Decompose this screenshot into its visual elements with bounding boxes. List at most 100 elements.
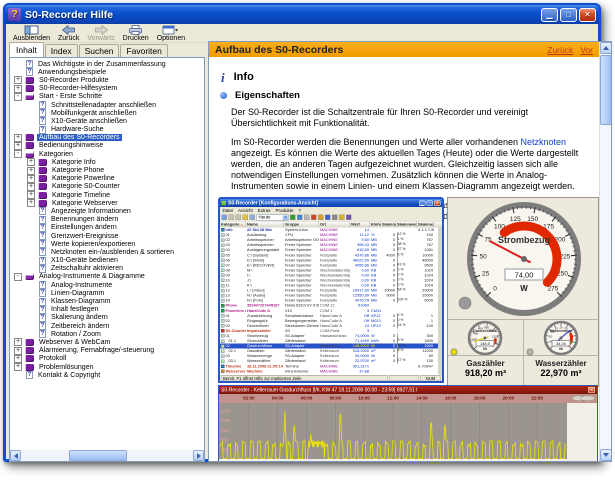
plus-box[interactable]: + [27, 158, 35, 166]
tree-item[interactable]: ?Benennungen ändern [10, 216, 204, 224]
back-link[interactable]: Zurück [547, 45, 573, 55]
scroll-down-button[interactable] [600, 449, 612, 461]
minus-box[interactable]: - [14, 150, 22, 158]
tree-item[interactable]: ?Grenzwert-Ereignisse [10, 232, 204, 240]
tree-item[interactable]: + Kategorie Info [10, 158, 204, 166]
tree-item[interactable]: ?Inhalt festlegen [10, 306, 204, 314]
topic-scroll-thumb[interactable] [600, 55, 612, 125]
tree-item-label[interactable]: Angezeigte Informationen [49, 208, 133, 215]
tree-item[interactable]: +Protokoll [10, 355, 204, 363]
tree-item[interactable]: ?Schnittstellenadapter anschließen [10, 101, 204, 109]
scroll-track[interactable] [21, 450, 193, 461]
plus-box[interactable]: + [14, 338, 22, 346]
scroll-right-button[interactable] [193, 450, 204, 461]
tree-item-label[interactable]: Schnittstellenadapter anschließen [49, 102, 158, 109]
tree-item-label[interactable]: Problemlösungen [37, 364, 95, 371]
tree-item-label[interactable]: Einstellungen ändern [49, 224, 119, 231]
plus-box[interactable]: + [27, 167, 35, 175]
tree-item[interactable]: ?Zeitschaltuhr aktivieren [10, 265, 204, 273]
scroll-thumb[interactable] [69, 450, 127, 461]
tree-item-label[interactable]: Klassen-Diagramm [49, 298, 113, 305]
tree-item[interactable]: ?Einstellungen ändern [10, 224, 204, 232]
title-bar[interactable]: ? S0-Recorder Hilfe ▁ □ ✕ [5, 5, 599, 24]
tree-item[interactable]: + Kategorie S0-Counter [10, 183, 204, 191]
print-button[interactable]: Drucken [119, 24, 153, 43]
tree-item-label[interactable]: Kategorie Powerline [50, 175, 117, 182]
minus-box[interactable]: - [14, 273, 22, 281]
maximize-button[interactable]: □ [560, 8, 577, 22]
tree-item[interactable]: ?Anwendungsbeispiele [10, 68, 204, 76]
tree-item[interactable]: + Webserver & WebCam [10, 338, 204, 346]
plus-box[interactable]: + [27, 175, 35, 183]
tree-item[interactable]: + Kategorie Powerline [10, 175, 204, 183]
tree-item-label[interactable]: Kategorie Timeline [50, 192, 112, 199]
back-button[interactable]: Zurück [54, 24, 83, 43]
plus-box[interactable]: + [27, 183, 35, 191]
tree-item[interactable]: ?Kontakt & Copyright [10, 371, 204, 379]
plus-box[interactable]: + [27, 199, 35, 207]
scroll-up-button[interactable] [600, 42, 612, 54]
minimize-button[interactable]: ▁ [541, 8, 558, 22]
plus-box[interactable]: + [14, 363, 22, 371]
tree-item-label[interactable]: Aufbau des S0-Recorders [37, 134, 122, 141]
plus-box[interactable]: + [14, 134, 22, 142]
tree-item-label[interactable]: Kategorie S0-Counter [50, 183, 122, 190]
tree-item-label[interactable]: Analog-Instrumente & Diagramme [37, 273, 147, 280]
plus-box[interactable]: + [14, 85, 22, 93]
tree-item[interactable]: ?Skalierung ändern [10, 314, 204, 322]
tree-item-label[interactable]: Webserver & WebCam [37, 339, 112, 346]
tree-item[interactable]: ?X10-Geräte anschließen [10, 117, 204, 125]
tree-item-label[interactable]: Kategorie Phone [50, 167, 106, 174]
tree-item-label[interactable]: Grenzwert-Ereignisse [49, 233, 120, 240]
tree-item-label[interactable]: X10-Geräte anschließen [49, 118, 129, 125]
topic-scrollbar[interactable] [599, 42, 611, 461]
tab-favoriten[interactable]: Favoriten [120, 44, 167, 57]
plus-box[interactable]: + [14, 76, 22, 84]
tree-item-label[interactable]: Inhalt festlegen [49, 306, 100, 313]
plus-box[interactable]: + [14, 347, 22, 355]
wassermenge-gauge[interactable]: 051015202530354045Wassermenge34,00l/h [524, 320, 598, 356]
forward-link[interactable]: Vor [580, 45, 593, 55]
tree-item-label[interactable]: Das Wichtigste in der Zusammenfassung [36, 61, 168, 68]
tree-item-label[interactable]: Alarmierung, Fernabfrage/-steuerung [37, 347, 156, 354]
tree-item-label[interactable]: S0-Recorder-Hilfesystem [37, 85, 119, 92]
gauge-panel[interactable]: 0255075100125150175200225250275Strombezu… [447, 197, 599, 387]
tree-item[interactable]: + Kategorie Phone [10, 166, 204, 174]
tree-item-label[interactable]: Netzknoten ein-/ausblenden & sortieren [49, 249, 176, 256]
tree-item-label[interactable]: Start - Erste Schritte [37, 93, 104, 100]
tree-item[interactable]: ?Rotation / Zoom [10, 330, 204, 338]
hide-button[interactable]: Ausblenden [9, 24, 54, 43]
tree-item-label[interactable]: Rotation / Zoom [49, 331, 103, 338]
tree-item[interactable]: ?Netzknoten ein-/ausblenden & sortieren [10, 248, 204, 256]
tab-index[interactable]: Index [45, 44, 78, 57]
tree-item[interactable]: ?Zeitbereich ändern [10, 322, 204, 330]
tree-item-label[interactable]: Mobilfunkgerät anschließen [49, 110, 139, 117]
tree-item[interactable]: + Problemlösungen [10, 363, 204, 371]
tree-item-label[interactable]: Hardware-Suche [49, 126, 106, 133]
tree-item-label[interactable]: Skalierung ändern [49, 314, 110, 321]
tree-horizontal-scrollbar[interactable] [10, 450, 204, 461]
strombezug-gauge[interactable]: 0255075100125150175200225250275Strombezu… [448, 198, 598, 320]
tree-item[interactable]: ?Hardware-Suche [10, 126, 204, 134]
tree-item[interactable]: +S0-Recorder Produkte [10, 76, 204, 84]
tree-item[interactable]: +Kategorie Webserver [10, 199, 204, 207]
tree-item[interactable]: + S0-Recorder-Hilfesystem [10, 85, 204, 93]
tree-item[interactable]: + Aufbau des S0-Recorders [10, 134, 204, 142]
gasdurchfluss-gauge[interactable]: 0200400600800100012001400Gasdurchfluss14… [448, 320, 523, 356]
tree-item[interactable]: - Analog-Instrumente & Diagramme [10, 273, 204, 281]
tree-item[interactable]: + Alarmierung, Fernabfrage/-steuerung [10, 347, 204, 355]
close-button[interactable]: ✕ [579, 8, 596, 22]
tree-item[interactable]: +Bedienungshinweise [10, 142, 204, 150]
tree-item[interactable]: ?Klassen-Diagramm [10, 297, 204, 305]
chart-window[interactable]: S0-Recorder - Kellerraum Gasdurchfluss [… [218, 385, 598, 462]
tree-item[interactable]: ?Angezeigte Informationen [10, 207, 204, 215]
tree-item-label[interactable]: Kategorie Info [50, 159, 98, 166]
tree-item[interactable]: ?Analog-Instrumente [10, 281, 204, 289]
tree-item[interactable]: ?X10-Geräte bedienen [10, 257, 204, 265]
tree-item-label[interactable]: Werte kopieren/exportieren [49, 241, 137, 248]
mini-app-window[interactable]: S0-Recorder [Konfigurations-Ansicht] ▁ □… [218, 197, 444, 383]
minus-box[interactable]: - [14, 93, 22, 101]
plus-box[interactable]: + [14, 142, 22, 150]
tab-suchen[interactable]: Suchen [79, 44, 120, 57]
tab-inhalt[interactable]: Inhalt [9, 42, 44, 57]
